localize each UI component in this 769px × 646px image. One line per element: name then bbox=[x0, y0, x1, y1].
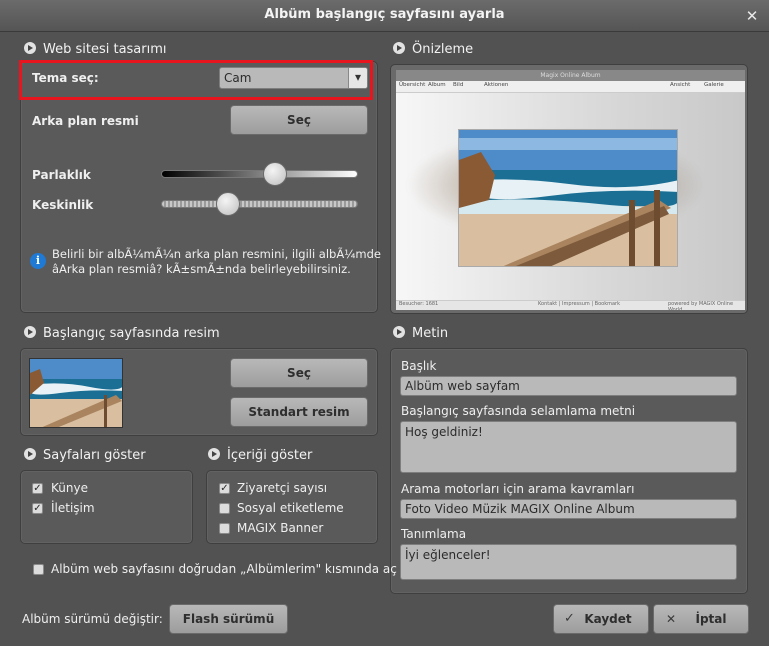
brightness-slider-handle[interactable] bbox=[263, 162, 287, 186]
theme-select[interactable]: Cam bbox=[219, 67, 368, 89]
info-text-line-2: âArka plan resmiâ? kÃ±smÃ±nda belirleyeb… bbox=[52, 262, 351, 276]
save-button[interactable]: ✓ Kaydet bbox=[553, 604, 649, 634]
info-icon: i bbox=[30, 253, 46, 269]
welcome-label: Başlangıç sayfasında selamlama metni bbox=[401, 404, 636, 418]
preview-mini-tab-1: Übersicht bbox=[399, 82, 426, 88]
show-pages-header-label: Sayfaları göster bbox=[43, 448, 146, 463]
text-header-label: Metin bbox=[412, 326, 449, 341]
theme-label: Tema seç: bbox=[32, 71, 99, 85]
description-textarea[interactable]: İyi eğlenceler! bbox=[400, 544, 737, 580]
start-image-header-label: Başlangıç sayfasında resim bbox=[43, 326, 220, 341]
save-button-label: Kaydet bbox=[584, 612, 632, 626]
preview-frame: Magix Online Album Übersicht Album Bild … bbox=[396, 70, 745, 310]
bg-choose-button[interactable]: Seç bbox=[230, 105, 368, 135]
keywords-input[interactable]: Foto Video Müzik MAGIX Online Album bbox=[400, 499, 737, 519]
visitor-count-checkbox[interactable]: ✓ bbox=[219, 483, 230, 494]
imprint-label: Künye bbox=[51, 481, 88, 495]
preview-mini-tab-3: Bild bbox=[453, 82, 464, 88]
play-icon bbox=[393, 42, 405, 54]
info-text-line-1: Belirli bir albÃ¼mÃ¼n arka plan resmini,… bbox=[52, 247, 381, 261]
keywords-label: Arama motorları için arama kavramları bbox=[401, 482, 635, 496]
contact-checkbox[interactable]: ✓ bbox=[32, 503, 43, 514]
window-title: Albüm başlangıç sayfasını ayarla bbox=[264, 7, 505, 22]
cancel-button-label: İptal bbox=[695, 612, 727, 626]
start-image-thumbnail[interactable] bbox=[29, 358, 123, 428]
preview-header-label: Önizleme bbox=[412, 42, 474, 57]
theme-select-value: Cam bbox=[224, 71, 252, 85]
play-icon bbox=[208, 448, 220, 460]
preview-mini-view-label: Ansicht bbox=[670, 82, 691, 88]
visitor-count-label: Ziyaretçi sayısı bbox=[237, 481, 328, 495]
start-image-header[interactable]: Başlangıç sayfasında resim bbox=[24, 326, 220, 341]
start-image-choose-button[interactable]: Seç bbox=[230, 358, 368, 388]
brightness-slider[interactable] bbox=[161, 170, 358, 178]
sharpness-label: Keskinlik bbox=[32, 198, 94, 212]
play-icon bbox=[24, 448, 36, 460]
contact-label: İletişim bbox=[51, 501, 95, 515]
preview-mini-footer-mid: Kontakt | Impressum | Bookmark bbox=[538, 301, 620, 307]
open-direct-label: Albüm web sayfasını doğrudan „Albümlerim… bbox=[51, 562, 397, 576]
imprint-checkbox[interactable]: ✓ bbox=[32, 483, 43, 494]
preview-mini-footer-left: Besucher: 1681 bbox=[399, 301, 439, 307]
social-tagging-label: Sosyal etiketleme bbox=[237, 501, 344, 515]
play-icon bbox=[24, 42, 36, 54]
flash-version-button[interactable]: Flash sürümü bbox=[169, 604, 288, 634]
description-label: Tanımlama bbox=[401, 527, 467, 541]
web-design-header-label: Web sitesi tasarımı bbox=[43, 42, 167, 57]
preview-mini-view-value: Galerie bbox=[704, 82, 724, 88]
title-label: Başlık bbox=[401, 359, 437, 373]
play-icon bbox=[24, 326, 36, 338]
preview-mini-footer-right: powered by MAGIX Online World bbox=[668, 301, 734, 310]
check-icon: ✓ bbox=[564, 611, 575, 626]
close-icon[interactable]: ✕ bbox=[742, 6, 762, 26]
preview-header[interactable]: Önizleme bbox=[393, 42, 473, 57]
preview-mini-toolbar bbox=[396, 81, 745, 93]
beach-photo bbox=[459, 130, 677, 266]
preview-mini-actions: Aktionen bbox=[484, 82, 509, 88]
text-header[interactable]: Metin bbox=[393, 326, 448, 341]
play-icon bbox=[393, 326, 405, 338]
bg-image-label: Arka plan resmi bbox=[32, 114, 139, 128]
close-icon: ✕ bbox=[666, 612, 677, 626]
welcome-textarea[interactable]: Hoş geldiniz! bbox=[400, 421, 737, 473]
chevron-down-icon[interactable]: ▾ bbox=[348, 68, 367, 88]
title-input[interactable]: Albüm web sayfam bbox=[400, 376, 737, 396]
web-design-header[interactable]: Web sitesi tasarımı bbox=[24, 42, 167, 57]
show-content-header-label: İçeriği göster bbox=[227, 448, 313, 463]
sharpness-slider[interactable] bbox=[161, 200, 358, 208]
magix-banner-checkbox[interactable] bbox=[219, 523, 230, 534]
preview-mini-tab-2: Album bbox=[428, 82, 446, 88]
show-pages-panel bbox=[20, 470, 193, 544]
show-content-header[interactable]: İçeriği göster bbox=[208, 448, 312, 463]
social-tagging-checkbox[interactable] bbox=[219, 503, 230, 514]
thumbnail-photo bbox=[30, 359, 122, 427]
sharpness-slider-handle[interactable] bbox=[216, 192, 240, 216]
preview-photo bbox=[458, 129, 678, 267]
show-pages-header[interactable]: Sayfaları göster bbox=[24, 448, 146, 463]
magix-banner-label: MAGIX Banner bbox=[237, 521, 324, 535]
version-label: Albüm sürümü değiştir: bbox=[22, 612, 163, 626]
open-direct-checkbox[interactable] bbox=[33, 564, 44, 575]
standard-image-button[interactable]: Standart resim bbox=[230, 397, 368, 427]
brightness-label: Parlaklık bbox=[32, 168, 91, 182]
cancel-button[interactable]: ✕ İptal bbox=[653, 604, 749, 634]
preview-mini-titlebar: Magix Online Album bbox=[396, 70, 745, 81]
